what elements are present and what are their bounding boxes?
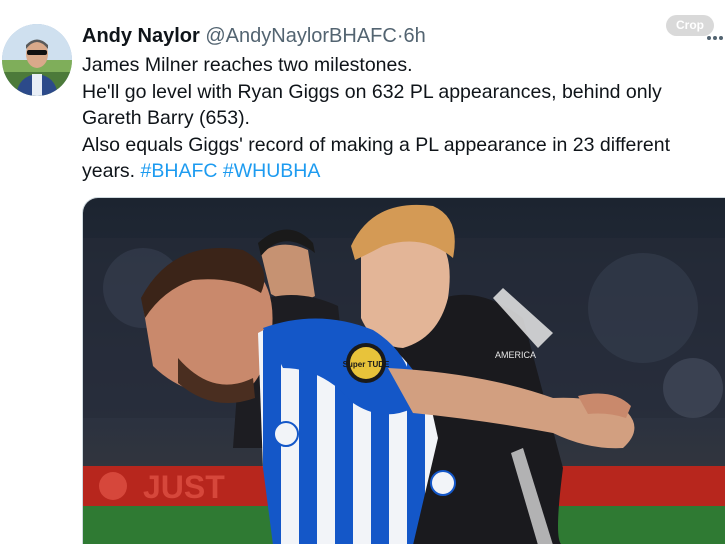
tweet-line: Also equals Giggs' record of making a PL… [82, 133, 670, 156]
ajax-sponsor-text: AMERICA [495, 350, 536, 360]
author-name[interactable]: Andy Naylor [82, 25, 200, 47]
sleeve-patch-text: Super TUDE [343, 360, 390, 369]
tweet-line: He'll go level with Ryan Giggs on 632 PL… [82, 80, 662, 103]
header-separator: · [396, 25, 404, 47]
board-text: JUST [143, 469, 225, 505]
tweet-line: Gareth Barry (653). [82, 107, 250, 129]
tweet-line-last: years. #BHAFC #WHUBHA [82, 158, 725, 185]
club-badge [273, 421, 299, 447]
tweet: Andy Naylor @AndyNaylorBHAFC·6h Crop Jam… [0, 0, 725, 544]
tweet-media-photo[interactable]: JUST AMERICA Super TUDE [82, 197, 725, 544]
match-photo: JUST AMERICA Super TUDE [83, 198, 725, 544]
tweet-line: James Milner reaches two milestones. [82, 54, 413, 76]
tweet-timestamp[interactable]: 6h [404, 25, 426, 47]
author-handle[interactable]: @AndyNaylorBHAFC [205, 25, 396, 47]
ellipsis-icon[interactable] [705, 28, 725, 48]
tweet-line: years. [82, 160, 136, 182]
hashtag-link[interactable]: #WHUBHA [223, 160, 321, 182]
hashtag-link[interactable]: #BHAFC [141, 160, 218, 182]
tweet-header: Andy Naylor @AndyNaylorBHAFC·6h [82, 23, 426, 49]
author-avatar[interactable] [2, 24, 72, 96]
tweet-text: James Milner reaches two milestones. He'… [82, 52, 725, 185]
avatar-image [2, 24, 72, 96]
